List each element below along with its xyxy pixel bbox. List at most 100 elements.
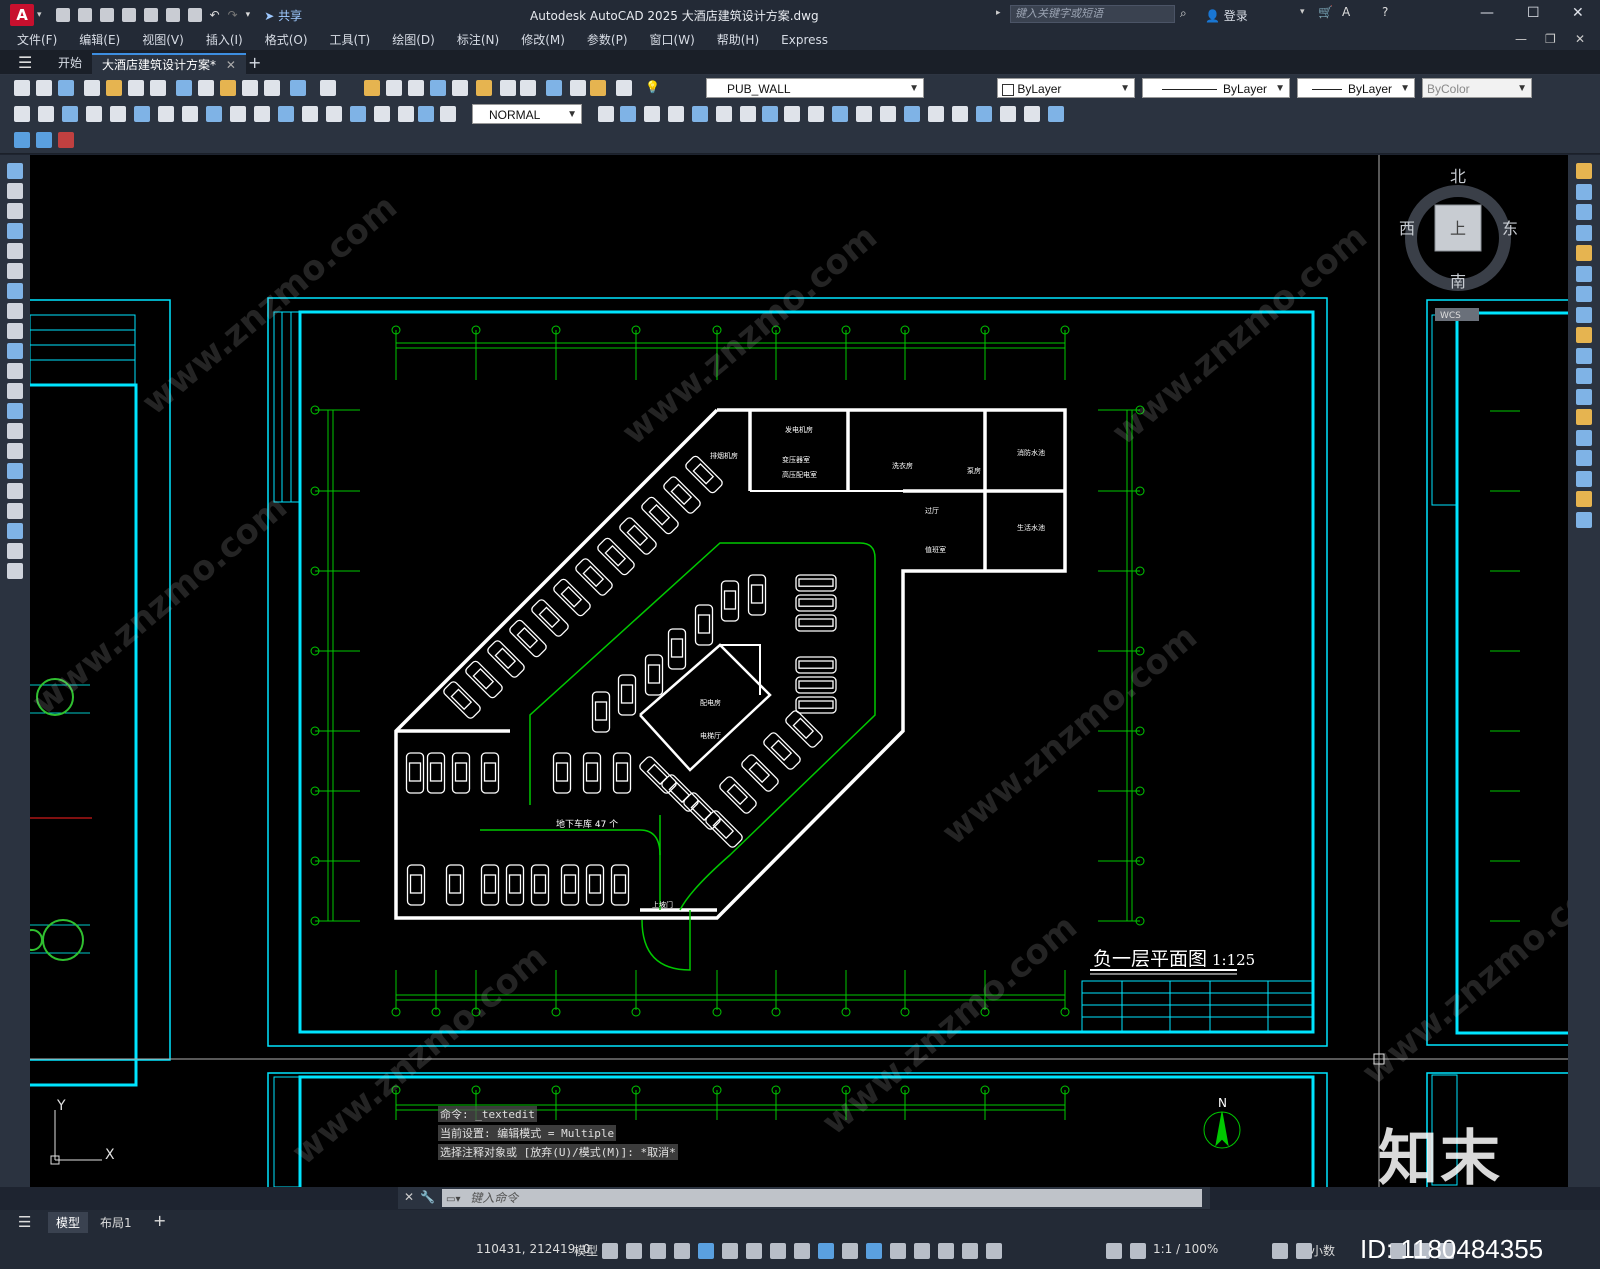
menu-edit[interactable]: 编辑(E)	[68, 30, 131, 50]
table-icon[interactable]	[7, 503, 23, 519]
continue-icon[interactable]	[254, 106, 270, 122]
drawing-canvas[interactable]: N 负一层平面图 1:125 地下车库 47 个 发电机房 变压器室 高压配电室 消防…	[30, 155, 1568, 1187]
lineweight-icon[interactable]	[818, 1243, 834, 1259]
3d-osnap-icon[interactable]	[890, 1243, 906, 1259]
save-icon[interactable]	[99, 8, 114, 22]
break-icon[interactable]	[302, 106, 318, 122]
world-icon[interactable]	[692, 106, 708, 122]
ortho-icon[interactable]	[698, 1243, 714, 1259]
draw-tool-icon[interactable]	[7, 563, 23, 579]
markup-icon[interactable]	[520, 80, 536, 96]
viewcube[interactable]: 上 北 南 东 西 WCS	[1399, 167, 1518, 321]
workspace-icon[interactable]	[1130, 1243, 1146, 1259]
ucs-icon[interactable]	[668, 106, 684, 122]
tab-layout1[interactable]: 布局1	[100, 1214, 132, 1231]
copy-icon[interactable]	[1576, 183, 1592, 200]
tab-start[interactable]: 开始	[48, 53, 92, 73]
aligned-dim-icon[interactable]	[38, 106, 54, 122]
group-edit-icon[interactable]	[1024, 106, 1040, 122]
menu-help[interactable]: 帮助(H)	[706, 30, 770, 50]
quick-dim-icon[interactable]	[206, 106, 222, 122]
offset-icon[interactable]	[1576, 224, 1592, 241]
tab-model[interactable]: 模型	[48, 1212, 89, 1233]
object-snap-icon[interactable]	[794, 1243, 810, 1259]
cart-icon[interactable]: 🛒	[1318, 5, 1333, 19]
dim-edit-icon[interactable]	[418, 106, 434, 122]
command-input[interactable]: ▭▾ 键入命令	[442, 1189, 1202, 1207]
menu-modify[interactable]: 修改(M)	[510, 30, 576, 50]
hatch-icon[interactable]	[7, 443, 23, 459]
menu-draw[interactable]: 绘图(D)	[381, 30, 446, 50]
pan-icon[interactable]	[320, 80, 336, 96]
break-icon[interactable]	[1576, 409, 1592, 425]
spline-icon[interactable]	[7, 323, 23, 339]
isolate-icon[interactable]	[598, 106, 614, 122]
preview-icon[interactable]	[106, 80, 122, 96]
new-file-icon[interactable]	[55, 8, 70, 22]
blend-icon[interactable]	[1576, 491, 1592, 507]
annotation-monitor-icon[interactable]	[1272, 1243, 1288, 1259]
doc-close-button[interactable]: ✕	[1575, 32, 1585, 46]
ucs-settings-icon[interactable]	[952, 106, 968, 122]
dynamic-ucs-icon[interactable]	[914, 1243, 930, 1259]
point-icon[interactable]	[7, 423, 23, 439]
apply-icon[interactable]	[904, 106, 920, 122]
diameter-icon[interactable]	[158, 106, 174, 122]
annotation-scale[interactable]: 1:1 / 100%	[1153, 1242, 1218, 1256]
cut-icon[interactable]	[150, 80, 166, 96]
layer-state-icon[interactable]	[616, 80, 632, 96]
autocad-logo[interactable]: A	[10, 4, 34, 26]
zoom-window-icon[interactable]	[386, 80, 402, 96]
join-icon[interactable]	[1576, 429, 1592, 446]
publish-icon[interactable]	[128, 80, 144, 96]
new-tab-button[interactable]: +	[238, 53, 271, 73]
copy-icon[interactable]	[176, 80, 192, 96]
web-mobile-icon[interactable]	[143, 8, 158, 22]
grid-icon[interactable]	[602, 1243, 618, 1259]
break-at-point-icon[interactable]	[1576, 388, 1592, 405]
dimstyle-dropdown[interactable]: NORMAL ▼	[472, 104, 582, 124]
login-dropdown-icon[interactable]: ▾	[1300, 7, 1305, 17]
paste-icon[interactable]	[198, 80, 214, 96]
revision-cloud-icon[interactable]	[7, 303, 23, 319]
fillet-icon[interactable]	[1576, 470, 1592, 487]
plot-icon[interactable]	[187, 8, 202, 22]
add-layout-button[interactable]: +	[153, 1211, 166, 1230]
polar-icon[interactable]	[722, 1243, 738, 1259]
doc-minimize-button[interactable]: —	[1515, 32, 1527, 46]
hamburger-menu-icon[interactable]: ☰	[18, 53, 32, 72]
tolerance-icon[interactable]	[326, 106, 342, 122]
move-ucs-icon[interactable]	[716, 106, 732, 122]
unisolate-icon[interactable]	[644, 106, 660, 122]
new-icon[interactable]	[14, 80, 30, 96]
menu-express[interactable]: Express	[770, 30, 839, 50]
selection-filter-icon[interactable]	[938, 1243, 954, 1259]
menu-window[interactable]: 窗口(W)	[639, 30, 706, 50]
insert-block-icon[interactable]	[7, 383, 23, 399]
zoom-realtime-icon[interactable]	[364, 80, 380, 96]
rotate-y-icon[interactable]	[856, 106, 872, 122]
undo-icon[interactable]: ↶	[210, 8, 220, 22]
arc-icon[interactable]	[7, 263, 23, 279]
open-icon[interactable]	[36, 80, 52, 96]
linetype-dropdown[interactable]: ByLayer ▼	[1142, 78, 1290, 98]
search-icon[interactable]: ⌕	[1180, 6, 1187, 21]
trim-icon[interactable]	[1576, 347, 1592, 364]
menu-insert[interactable]: 插入(I)	[195, 30, 254, 50]
selection-cycling-icon[interactable]	[866, 1243, 882, 1259]
save-as-icon[interactable]	[121, 8, 136, 22]
save-icon[interactable]	[58, 80, 74, 96]
annotation-visibility-icon[interactable]	[986, 1243, 1002, 1259]
units-selector[interactable]: 小数	[1311, 1242, 1335, 1259]
menu-format[interactable]: 格式(O)	[254, 30, 319, 50]
menu-parametric[interactable]: 参数(P)	[576, 30, 639, 50]
make-block-icon[interactable]	[7, 403, 23, 419]
customize-command-icon[interactable]: 🔧	[420, 1190, 435, 1204]
region-icon[interactable]	[7, 483, 23, 499]
logo-dropdown-icon[interactable]: ▾	[37, 10, 42, 20]
rotate-icon[interactable]	[1576, 286, 1592, 302]
open-file-icon[interactable]	[77, 8, 92, 22]
search-input[interactable]: 键入关键字或短语	[1010, 5, 1175, 23]
zoom-prev-icon[interactable]	[408, 80, 424, 96]
chamfer-icon[interactable]	[1576, 450, 1592, 466]
